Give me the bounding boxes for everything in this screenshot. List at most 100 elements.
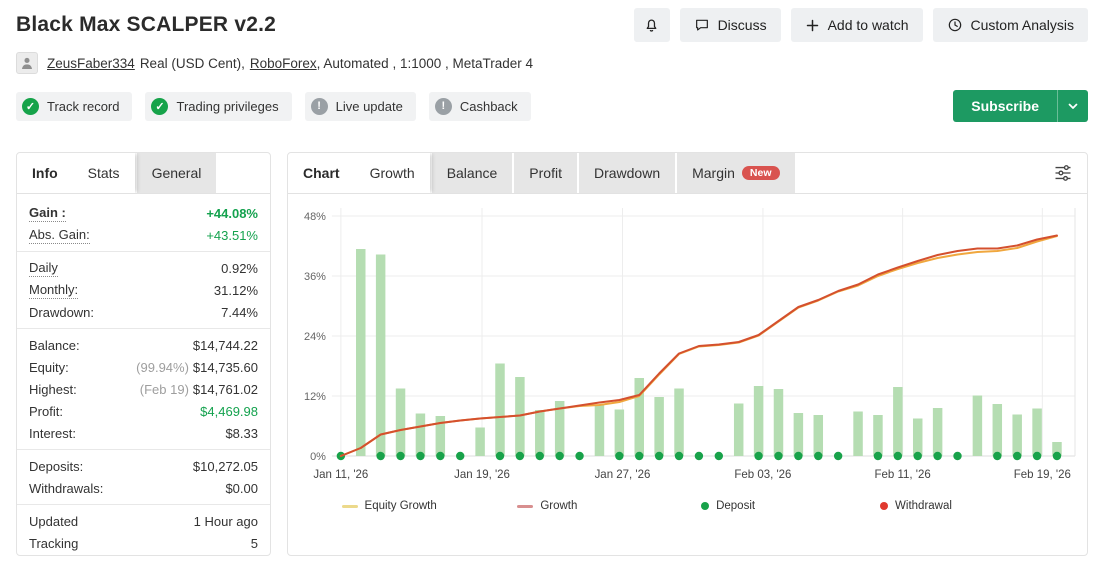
plus-icon [805, 18, 820, 33]
svg-text:Feb 11, '26: Feb 11, '26 [875, 469, 931, 481]
legend-item-growth[interactable]: Growth [517, 500, 577, 512]
stat-value-prefix: (Feb 19) [139, 381, 189, 397]
chart-tab-drawdown[interactable]: Drawdown [578, 153, 676, 193]
badge-trading-privileges[interactable]: ✓ Trading privileges [145, 91, 292, 121]
growth-line [339, 234, 1058, 457]
chart-tab-margin[interactable]: Margin New [677, 153, 795, 193]
chart-tab-label: Balance [446, 165, 498, 181]
chart-tab-label: Margin [692, 165, 735, 181]
stat-group: Daily 0.92% Monthly: 31.12% Drawdown: 7.44% [17, 251, 270, 328]
stat-row-daily: Daily 0.92% [29, 257, 258, 279]
legend-label: Growth [540, 500, 578, 512]
stat-value: $14,744.22 [193, 338, 258, 353]
avatar [16, 52, 38, 74]
growth-chart[interactable]: 0% 12% 24% 36% 48% Jan 11, '26 Jan 19, '26 Jan … [288, 194, 1087, 490]
add-to-watch-label: Add to watch [827, 17, 909, 33]
legend-item-equity-growth[interactable]: Equity Growth [341, 500, 437, 512]
chart-filter-button[interactable] [1039, 153, 1087, 193]
header: Black Max SCALPER v2.2 Discuss Add to wa… [16, 0, 1088, 43]
stat-row-withdrawals: Withdrawals: $0.00 [29, 477, 258, 499]
stat-value: 5 [251, 536, 258, 551]
broker-link[interactable]: RoboForex [250, 56, 317, 71]
legend-item-deposit[interactable]: Deposit [701, 500, 755, 512]
stat-row-gain: Gain : +44.08% [29, 202, 258, 224]
stats-tab-general[interactable]: General [136, 153, 217, 193]
stats-tab-info[interactable]: Info [17, 153, 73, 193]
stats-tab-label: General [151, 165, 202, 181]
stat-label: Daily [29, 259, 58, 277]
chart-tab-label: Drawdown [593, 165, 661, 181]
chart-tab-balance[interactable]: Balance [431, 153, 513, 193]
stat-group: Deposits: $10,272.05 Withdrawals: $0.00 [17, 449, 270, 504]
stat-group: Gain : +44.08% Abs. Gain: +43.51% [17, 194, 270, 251]
page-title: Black Max SCALPER v2.2 [16, 13, 277, 36]
add-to-watch-button[interactable]: Add to watch [790, 8, 923, 42]
stat-value-number: 7.44% [221, 304, 258, 320]
chart-tab-label: Chart [303, 165, 340, 181]
stat-value: +44.08% [206, 206, 258, 221]
badge-live-update[interactable]: ! Live update [304, 91, 416, 121]
chart-tab-growth[interactable]: Growth [354, 153, 430, 193]
stat-value: $4,469.98 [200, 404, 258, 419]
stat-value-number: $14,761.02 [192, 381, 258, 397]
exclamation-circle-icon: ! [434, 97, 452, 115]
stat-value-number: 0.92% [221, 260, 258, 276]
chart-tab-chart[interactable]: Chart [288, 153, 355, 193]
filter-settings-icon [1055, 165, 1071, 181]
badges-row: ✓ Track record ✓ Trading privileges ! Live up… [16, 90, 1088, 122]
chart-tabs: Chart Growth Balance Profit Drawdown Margin Ne… [288, 153, 1087, 194]
svg-text:0%: 0% [310, 451, 326, 463]
stat-label: Updated [29, 513, 79, 529]
badge-label: Cashback [459, 98, 518, 114]
stats-panel: Info Stats General Gain : +44.08% Abs. Gain:… [16, 152, 271, 556]
discuss-button[interactable]: Discuss [679, 8, 781, 42]
stat-row-highest: Highest: (Feb 19) $14,761.02 [29, 378, 258, 400]
custom-analysis-button[interactable]: Custom Analysis [932, 8, 1088, 42]
legend-label: Equity Growth [364, 500, 437, 512]
stat-value: 0.92% [221, 261, 258, 276]
stat-row-drawdown: Drawdown: 7.44% [29, 301, 258, 323]
chart-tab-label: Growth [369, 165, 415, 181]
legend-label: Withdrawal [895, 500, 952, 512]
clock-icon [947, 17, 963, 33]
account-type-text: Real (USD Cent), [139, 55, 245, 71]
stats-tab-stats[interactable]: Stats [72, 153, 135, 193]
stat-value-number: 31.12% [213, 282, 258, 298]
stat-value: 1 Hour ago [194, 514, 258, 529]
notifications-bell-button[interactable] [633, 8, 670, 42]
chevron-down-icon[interactable] [1057, 90, 1088, 122]
stat-group: Updated 1 Hour ago Tracking 5 [17, 504, 270, 559]
stat-value: $10,272.05 [193, 459, 258, 474]
svg-text:36%: 36% [304, 271, 326, 283]
account-info-row: ZeusFaber334 Real (USD Cent), RoboForex … [16, 51, 1088, 75]
stat-value: (99.94%) $14,735.60 [136, 360, 258, 375]
svg-text:12%: 12% [304, 391, 326, 403]
stat-value: 7.44% [221, 305, 258, 320]
stat-value-number: $10,272.05 [192, 458, 258, 474]
svg-text:Feb 19, '26: Feb 19, '26 [1014, 469, 1071, 481]
stat-value: (Feb 19) $14,761.02 [140, 382, 258, 397]
check-circle-icon: ✓ [151, 97, 169, 115]
legend-dot-swatch [880, 502, 889, 510]
stat-row-tracking: Tracking 5 [29, 532, 258, 554]
stat-row-monthly: Monthly: 31.12% [29, 279, 258, 301]
svg-text:Jan 19, '26: Jan 19, '26 [454, 469, 510, 481]
username-link[interactable]: ZeusFaber334 [47, 56, 135, 71]
legend-item-withdrawal[interactable]: Withdrawal [880, 500, 952, 512]
stat-value: $0.00 [225, 481, 258, 496]
stat-value-number: +43.51% [206, 227, 258, 243]
stat-label: Tracking [29, 535, 79, 551]
header-actions: Discuss Add to watch Custom Analysis [633, 8, 1088, 42]
badge-track-record[interactable]: ✓ Track record [16, 91, 133, 121]
badge-label: Trading privileges [176, 98, 279, 114]
stat-row-balance: Balance: $14,744.22 [29, 334, 258, 356]
stat-value-number: 5 [250, 535, 258, 551]
badge-cashback[interactable]: ! Cashback [428, 91, 531, 121]
stat-row-deposits: Deposits: $10,272.05 [29, 455, 258, 477]
discuss-label: Discuss [717, 17, 767, 33]
stat-label: Interest: [29, 425, 76, 441]
badge-label: Track record [47, 98, 120, 114]
stat-row-updated: Updated 1 Hour ago [29, 510, 258, 532]
chart-tab-profit[interactable]: Profit [514, 153, 577, 193]
subscribe-button[interactable]: Subscribe [953, 90, 1088, 122]
